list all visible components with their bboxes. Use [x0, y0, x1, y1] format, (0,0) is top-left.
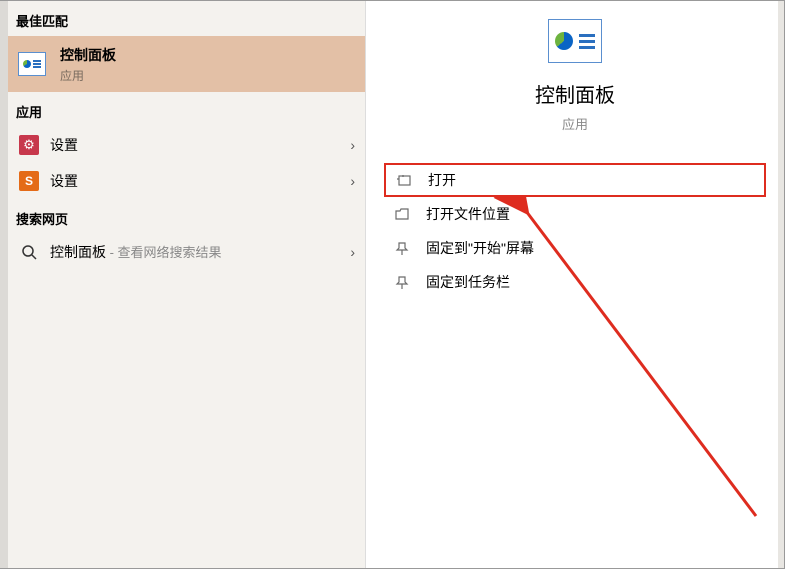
action-label: 打开文件位置 [426, 204, 510, 224]
action-pin-taskbar[interactable]: 固定到任务栏 [384, 265, 766, 299]
web-search-label: 控制面板 - 查看网络搜索结果 [50, 242, 350, 262]
pin-icon [392, 241, 412, 256]
action-pin-start[interactable]: 固定到"开始"屏幕 [384, 231, 766, 265]
best-match-header: 最佳匹配 [8, 1, 365, 36]
app-item-settings-1[interactable]: ⚙ 设置 › [8, 127, 365, 163]
best-match-subtitle: 应用 [60, 67, 116, 84]
chevron-right-icon: › [350, 244, 355, 260]
details-pane: 控制面板 应用 打开 打开文件位置 固定到"开始"屏幕 [366, 1, 784, 568]
app-label: 设置 [50, 135, 350, 155]
chevron-right-icon: › [350, 173, 355, 189]
web-search-item[interactable]: 控制面板 - 查看网络搜索结果 › [8, 234, 365, 270]
best-match-item[interactable]: 控制面板 应用 [8, 36, 365, 92]
results-sidebar: 最佳匹配 控制面板 应用 应用 ⚙ [8, 1, 366, 568]
action-label: 固定到"开始"屏幕 [426, 238, 534, 258]
search-results-window: 最佳匹配 控制面板 应用 应用 ⚙ [0, 0, 785, 569]
action-label: 固定到任务栏 [426, 272, 510, 292]
apps-header: 应用 [8, 92, 365, 127]
app-label: 设置 [50, 171, 350, 191]
folder-icon [392, 207, 412, 222]
open-icon [394, 173, 414, 188]
control-panel-icon [18, 52, 46, 76]
app-item-settings-2[interactable]: S 设置 › [8, 163, 365, 199]
actions-list: 打开 打开文件位置 固定到"开始"屏幕 固定到任务栏 [366, 163, 784, 299]
gear-icon: ⚙ [18, 134, 40, 156]
control-panel-icon-large [548, 19, 602, 63]
sogou-icon: S [18, 170, 40, 192]
left-gutter [0, 1, 8, 568]
web-header: 搜索网页 [8, 199, 365, 234]
best-match-title: 控制面板 [60, 45, 116, 65]
action-label: 打开 [428, 170, 456, 190]
chevron-right-icon: › [350, 137, 355, 153]
search-icon [18, 241, 40, 263]
action-open[interactable]: 打开 [384, 163, 766, 197]
details-title: 控制面板 [535, 79, 615, 108]
scrollbar[interactable] [778, 1, 784, 568]
pin-icon [392, 275, 412, 290]
action-open-file-location[interactable]: 打开文件位置 [384, 197, 766, 231]
details-subtitle: 应用 [562, 114, 588, 133]
